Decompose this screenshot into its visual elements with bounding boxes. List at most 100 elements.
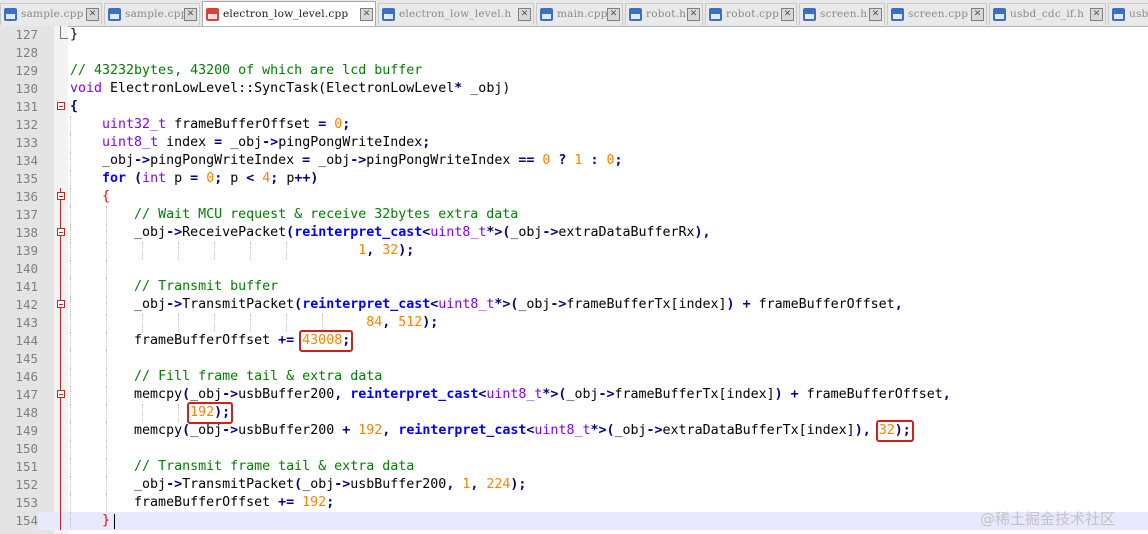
code-token: 512	[398, 315, 423, 330]
code-token: =	[318, 117, 327, 132]
code-line[interactable]: 133 uint8_t index = _obj->pingPongWriteI…	[0, 134, 1148, 152]
close-tab-icon[interactable]: ✕	[184, 8, 197, 21]
code-line[interactable]: 136 {	[0, 188, 1148, 206]
code-text: for (int p = 0; p < 4; p++)	[70, 170, 318, 188]
code-line[interactable]: 151 // Transmit frame tail & extra data	[0, 458, 1148, 476]
code-line[interactable]: 154 }	[0, 512, 1148, 530]
code-editor[interactable]: 127} 128 129// 43232bytes, 43200 of which …	[0, 26, 1148, 534]
code-token: =	[214, 135, 223, 150]
code-token: frameBufferTx[index]	[566, 297, 727, 312]
code-line[interactable]: 152 _obj->TransmitPacket(_obj->usbBuffer…	[0, 476, 1148, 494]
close-tab-icon[interactable]: ✕	[781, 8, 794, 21]
code-token: 192	[302, 495, 327, 510]
code-text: void ElectronLowLevel::SyncTask(Electron…	[70, 80, 510, 98]
code-line[interactable]: 128	[0, 44, 1148, 62]
file-icon	[108, 8, 121, 21]
fold-collapse-icon[interactable]	[57, 390, 65, 398]
code-token: ->	[550, 297, 567, 312]
code-text: // Transmit buffer	[70, 278, 278, 296]
tab-sample-cpp[interactable]: sample.cpp ✕	[0, 3, 102, 25]
code-line[interactable]: 131 {	[0, 98, 1148, 116]
tab-robot-h[interactable]: robot.h ✕	[625, 3, 703, 25]
code-line[interactable]: 141 // Transmit buffer	[0, 278, 1148, 296]
close-tab-icon[interactable]: ✕	[687, 8, 700, 21]
fold-collapse-icon[interactable]	[57, 192, 65, 200]
tab-label: electron_low_level.cpp	[223, 8, 349, 20]
tab-usbd[interactable]: usbd✕	[1108, 3, 1148, 25]
code-token: 224	[486, 477, 511, 492]
tab-label: robot.cpp	[726, 8, 780, 20]
code-token: {	[70, 99, 79, 114]
code-token: memcpy	[70, 387, 183, 402]
code-token: reinterpret_cast	[398, 423, 527, 438]
close-tab-icon[interactable]: ✕	[86, 8, 99, 21]
close-tab-icon[interactable]: ✕	[1090, 8, 1103, 21]
code-token: usbBuffer200	[350, 477, 447, 492]
code-token: );	[398, 243, 415, 258]
fold-collapse-icon[interactable]	[57, 228, 65, 236]
code-token: +	[742, 297, 751, 312]
code-comment: // Fill frame tail & extra data	[134, 369, 383, 384]
code-line[interactable]: 130 void ElectronLowLevel::SyncTask(Elect…	[0, 80, 1148, 98]
fold-collapse-icon[interactable]	[57, 102, 65, 110]
tab-electron-low-level-h[interactable]: electron_low_level.h ✕	[378, 3, 534, 25]
code-comment: // 43232bytes, 43200 of which are lcd bu…	[70, 63, 423, 78]
line-number: 147	[15, 387, 38, 402]
code-line[interactable]: 145	[0, 350, 1148, 368]
code-token: ;	[422, 135, 431, 150]
code-token: (	[294, 477, 303, 492]
tab-electron-low-level-cpp[interactable]: electron_low_level.cpp ✕	[202, 1, 376, 26]
tab-sample-cpp[interactable]: sample.cpp ✕	[104, 3, 200, 25]
close-tab-icon[interactable]: ✕	[518, 8, 531, 21]
code-line[interactable]: 134 _obj->pingPongWriteIndex = _obj->pin…	[0, 152, 1148, 170]
code-line[interactable]: 143 84, 512);	[0, 314, 1148, 332]
line-number: 143	[15, 315, 38, 330]
tab-robot-cpp[interactable]: robot.cpp ✕	[705, 3, 797, 25]
close-tab-icon[interactable]: ✕	[971, 8, 984, 21]
code-token: )	[726, 297, 735, 312]
tab-usbd-cdc-if-h[interactable]: usbd_cdc_if.h ✕	[989, 3, 1106, 25]
code-line[interactable]: 137 // Wait MCU request & receive 32byte…	[0, 206, 1148, 224]
close-tab-icon[interactable]: ✕	[360, 8, 373, 21]
code-line[interactable]: 138 _obj->ReceivePacket(reinterpret_cast…	[0, 224, 1148, 242]
code-line[interactable]: 150	[0, 440, 1148, 458]
line-number: 128	[15, 45, 38, 60]
close-tab-icon[interactable]: ✕	[607, 8, 620, 21]
fold-line	[60, 440, 61, 458]
code-line[interactable]: 139 1, 32);	[0, 242, 1148, 260]
code-line[interactable]: 153 frameBufferOffset += 192;	[0, 494, 1148, 512]
code-line[interactable]: 135 for (int p = 0; p < 4; p++)	[0, 170, 1148, 188]
tab-label: screen.h	[820, 8, 868, 20]
tab-screen-cpp[interactable]: screen.cpp ✕	[887, 3, 987, 25]
code-line[interactable]: 144 frameBufferOffset += 43008;	[0, 330, 1148, 352]
code-line[interactable]: 142 _obj->TransmitPacket(reinterpret_cas…	[0, 296, 1148, 314]
tab-label: sample.cpp	[21, 8, 84, 20]
code-line[interactable]: 132 uint32_t frameBufferOffset = 0;	[0, 116, 1148, 134]
code-line[interactable]: 149 memcpy(_obj->usbBuffer200 + 192, rei…	[0, 420, 1148, 442]
code-line[interactable]: 140	[0, 260, 1148, 278]
tab-main-cpp[interactable]: main.cpp ✕	[536, 3, 623, 25]
fold-line	[60, 278, 61, 296]
code-token: TransmitPacket	[182, 297, 295, 312]
code-line[interactable]: 146 // Fill frame tail & extra data	[0, 368, 1148, 386]
code-token: ->	[134, 153, 151, 168]
watermark: @稀土掘金技术社区	[980, 510, 1116, 528]
highlight-box	[875, 420, 914, 442]
code-line[interactable]: 127}	[0, 26, 1148, 44]
code-token: ->	[222, 387, 239, 402]
code-line[interactable]: 129 // 43232bytes, 43200 of which are lcd…	[0, 62, 1148, 80]
close-tab-icon[interactable]: ✕	[869, 8, 882, 21]
code-line[interactable]: 147 memcpy(_obj->usbBuffer200, reinterpr…	[0, 386, 1148, 404]
code-token: _obj	[70, 297, 167, 312]
code-text: _obj->TransmitPacket(_obj->usbBuffer200,…	[70, 476, 526, 494]
fold-collapse-icon[interactable]	[57, 300, 65, 308]
code-text: uint8_t index = _obj->pingPongWriteIndex…	[70, 134, 430, 152]
line-number: 149	[15, 423, 38, 438]
code-line[interactable]: 148 192);	[0, 402, 1148, 424]
tab-screen-h[interactable]: screen.h ✕	[799, 3, 885, 25]
code-token: *>(	[486, 225, 511, 240]
